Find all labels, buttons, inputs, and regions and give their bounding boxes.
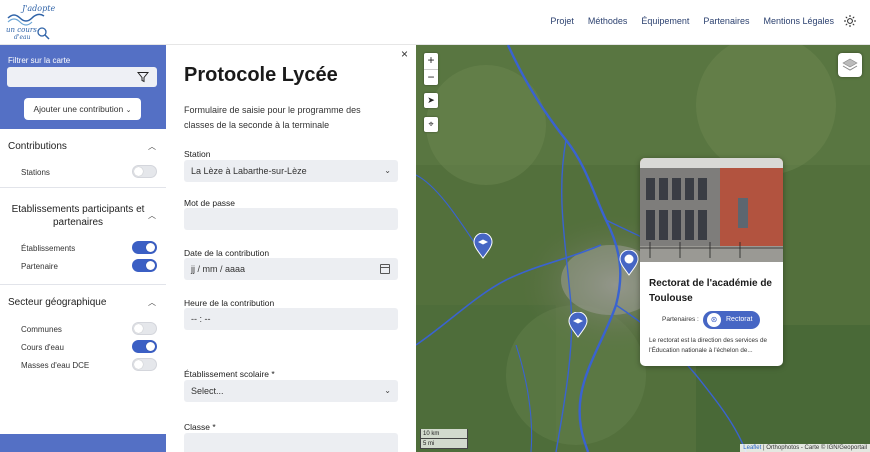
divider	[0, 187, 166, 188]
partner-marker-icon[interactable]	[619, 250, 639, 276]
sidebar: Filtrer sur la carte Ajouter une contrib…	[0, 45, 166, 452]
class-field[interactable]	[184, 433, 398, 452]
layer-label-cours-deau: Cours d'eau	[21, 343, 64, 352]
add-contribution-label: Ajouter une contribution	[33, 104, 124, 114]
chevron-up-icon[interactable]: ︿	[148, 297, 156, 308]
chevron-up-icon[interactable]: ︿	[148, 210, 156, 221]
layer-label-etablissements: Établissements	[21, 244, 76, 253]
nav-link-partenaires[interactable]: Partenaires	[703, 16, 749, 26]
school-label: Établissement scolaire *	[184, 369, 275, 379]
time-label: Heure de la contribution	[184, 298, 275, 308]
section-title-etablissements: Etablissements participants et partenair…	[11, 204, 145, 228]
zoom-out-button[interactable]: −	[424, 69, 438, 85]
form-description: Formulaire de saisie pour le programme d…	[184, 105, 361, 130]
station-select[interactable]: La Lèze à Labarthe-sur-Lèze ⌄	[184, 160, 398, 182]
toggle-masses-deau[interactable]	[132, 358, 157, 371]
nav-link-equipement[interactable]: Équipement	[641, 16, 689, 26]
logo-text: d'eau	[14, 34, 31, 41]
filter-box: Filtrer sur la carte Ajouter une contrib…	[0, 45, 166, 129]
toggle-communes[interactable]	[132, 322, 157, 335]
funnel-icon[interactable]	[137, 71, 149, 83]
layers-panel: Contributions ︿ Stations Etablissements …	[0, 129, 166, 434]
layer-label-partenaire: Partenaire	[21, 262, 58, 271]
logo-text: un cours	[6, 26, 37, 34]
map[interactable]: + − ➤ ⌖ Rectorat de l'académie de Toulou…	[416, 45, 870, 452]
chevron-up-icon[interactable]: ︿	[148, 141, 156, 152]
scale-mi: 5 mi	[420, 439, 468, 449]
popup-description: Le rectorat est la direction des service…	[649, 337, 767, 354]
toggle-partenaire[interactable]	[132, 259, 157, 272]
contribution-form: × Protocole Lycée Formulaire de saisie p…	[166, 45, 416, 452]
toggle-stations[interactable]	[132, 165, 157, 178]
layer-label-communes: Communes	[21, 325, 62, 334]
theme-toggle-sun-icon[interactable]	[844, 15, 856, 27]
filter-label: Filtrer sur la carte	[8, 56, 71, 65]
school-select[interactable]: Select... ⌄	[184, 380, 398, 402]
section-title-secteur: Secteur géographique	[8, 297, 107, 308]
date-label: Date de la contribution	[184, 248, 270, 258]
nav-link-methodes[interactable]: Méthodes	[588, 16, 628, 26]
school-marker-icon[interactable]	[568, 312, 588, 338]
popup-title: Rectorat de l'académie de Toulouse	[649, 278, 772, 304]
crosshair-icon[interactable]: ⌖	[424, 117, 438, 132]
partner-badge[interactable]: ⊛ Rectorat	[703, 311, 760, 329]
layer-label-masses-deau: Masses d'eau DCE	[21, 361, 90, 370]
main-nav: Projet Méthodes Équipement Partenaires M…	[550, 16, 834, 26]
partner-badge-label: Rectorat	[726, 316, 753, 323]
date-field[interactable]: jj / mm / aaaa	[184, 258, 398, 280]
logo-text: J'adopte	[22, 4, 56, 13]
rectorat-icon: ⊛	[707, 313, 721, 327]
locate-arrow-icon[interactable]: ➤	[424, 93, 438, 108]
layers-icon	[842, 58, 858, 71]
attribution-text: | Orthophotos - Carte © IGN/Geoportail	[762, 445, 867, 451]
time-field[interactable]: -- : --	[184, 308, 398, 330]
password-label: Mot de passe	[184, 198, 236, 208]
zoom-control: + −	[424, 53, 438, 85]
chevron-down-icon: ⌄	[125, 107, 132, 114]
nav-link-projet[interactable]: Projet	[550, 16, 574, 26]
leaflet-link[interactable]: Leaflet	[743, 445, 761, 451]
password-field[interactable]	[184, 208, 398, 230]
section-title-contributions: Contributions	[8, 141, 67, 152]
scale-km: 10 km	[420, 429, 468, 439]
zoom-in-button[interactable]: +	[424, 53, 438, 69]
class-label: Classe *	[184, 422, 216, 432]
layers-button[interactable]	[838, 53, 862, 77]
close-icon[interactable]: ×	[401, 47, 408, 61]
form-title: Protocole Lycée	[184, 64, 338, 86]
popup-card[interactable]: Rectorat de l'académie de Toulouse Parte…	[640, 158, 783, 366]
building-photo	[640, 158, 783, 262]
toggle-etablissements[interactable]	[132, 241, 157, 254]
calendar-icon[interactable]	[380, 264, 390, 274]
station-label: Station	[184, 149, 211, 159]
popup-partners-label: Partenaires :	[662, 316, 699, 323]
chevron-down-icon: ⌄	[384, 166, 391, 175]
school-marker-icon[interactable]	[473, 233, 493, 259]
chevron-down-icon: ⌄	[384, 386, 391, 395]
toggle-cours-deau[interactable]	[132, 340, 157, 353]
nav-link-mentions-legales[interactable]: Mentions Légales	[763, 16, 834, 26]
map-attribution: Leaflet | Orthophotos - Carte © IGN/Geop…	[740, 444, 870, 452]
add-contribution-button[interactable]: Ajouter une contribution ⌄	[24, 98, 141, 120]
top-navbar: J'adopte un cours d'eau Projet Méthodes …	[0, 0, 870, 45]
logo[interactable]: J'adopte un cours d'eau	[6, 4, 56, 42]
layer-label-stations: Stations	[21, 168, 50, 177]
divider	[0, 284, 166, 285]
filter-input[interactable]	[7, 67, 157, 87]
